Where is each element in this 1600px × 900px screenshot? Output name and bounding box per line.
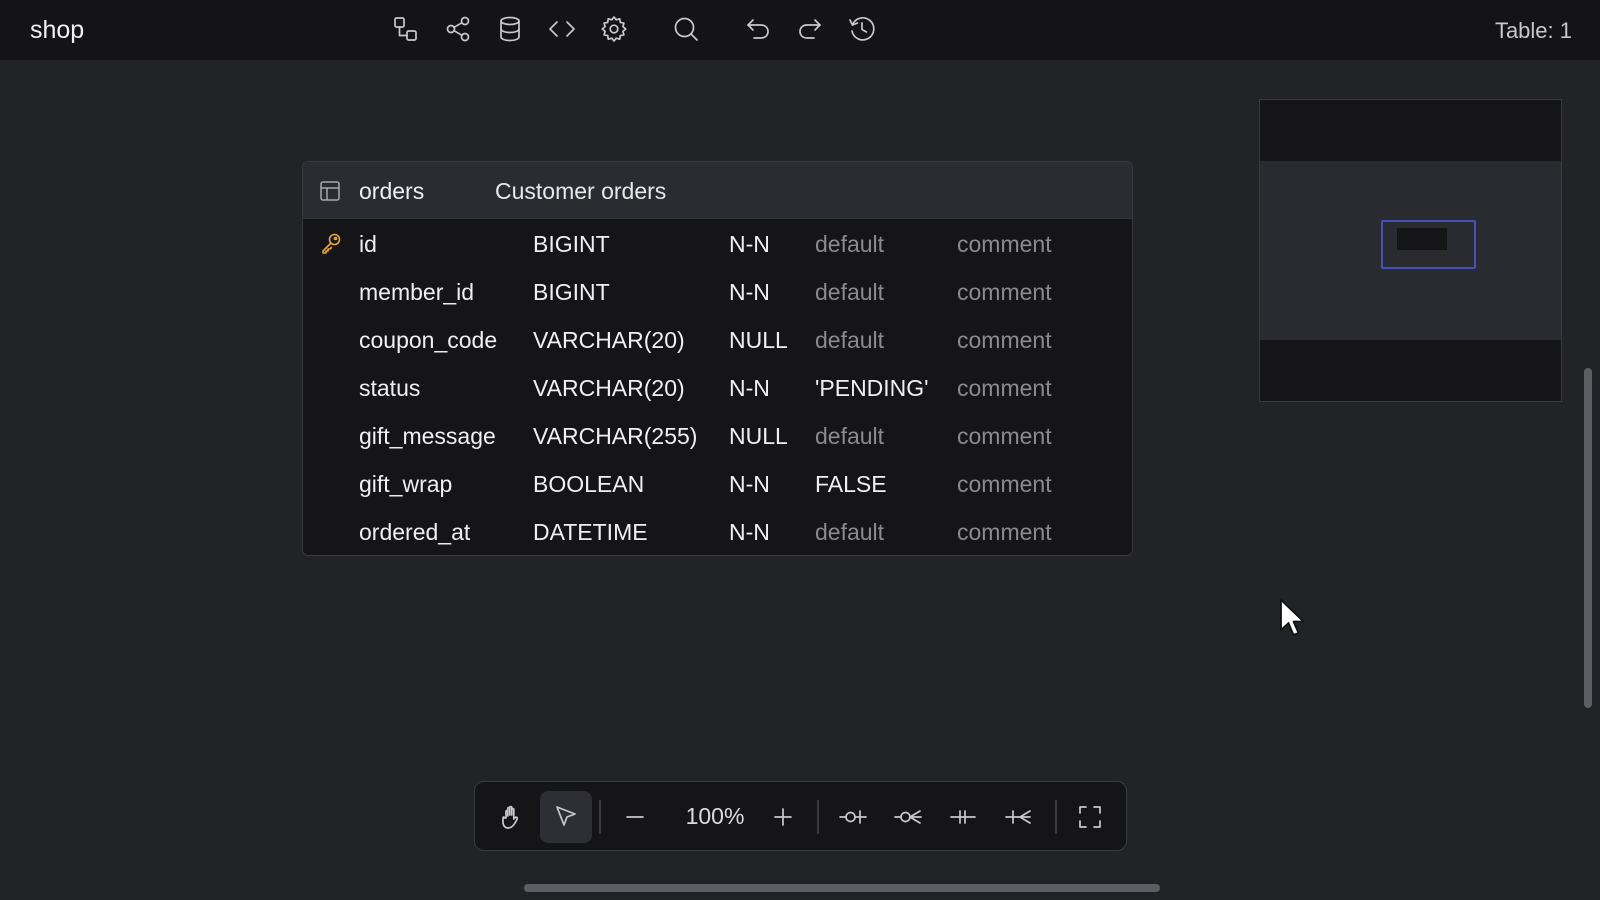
vertical-scrollbar[interactable] — [1584, 368, 1592, 708]
column-name[interactable]: gift_message — [359, 423, 496, 450]
one-many-relation-button[interactable] — [992, 791, 1044, 843]
column-type[interactable]: VARCHAR(20) — [533, 327, 685, 354]
share-icon[interactable] — [441, 12, 475, 46]
code-icon[interactable] — [545, 12, 579, 46]
select-tool-button[interactable] — [540, 791, 592, 843]
one-one-relation-button[interactable] — [937, 791, 989, 843]
pointer-icon — [556, 806, 576, 826]
gear-icon[interactable] — [597, 12, 631, 46]
column-default[interactable]: default — [815, 279, 884, 306]
column-comment[interactable]: comment — [957, 375, 1052, 402]
column-nullable[interactable]: N-N — [729, 519, 770, 546]
column-nullable[interactable]: NULL — [729, 423, 788, 450]
column-type[interactable]: VARCHAR(20) — [533, 375, 685, 402]
column-type[interactable]: BIGINT — [533, 279, 610, 306]
column-nullable[interactable]: N-N — [729, 231, 770, 258]
fullscreen-icon — [1079, 806, 1101, 828]
column-comment[interactable]: comment — [957, 327, 1052, 354]
one-one-icon — [950, 810, 976, 824]
column-type[interactable]: DATETIME — [533, 519, 648, 546]
undo-icon[interactable] — [741, 12, 775, 46]
column-type[interactable]: VARCHAR(255) — [533, 423, 697, 450]
column-name[interactable]: status — [359, 375, 420, 402]
zero-one-icon — [839, 810, 867, 824]
hand-icon — [502, 805, 519, 829]
zero-many-icon — [894, 810, 922, 824]
column-row[interactable]: coupon_code VARCHAR(20) NULL default com… — [303, 315, 1132, 363]
hand-tool-button[interactable] — [486, 791, 538, 843]
column-comment[interactable]: comment — [957, 231, 1052, 258]
search-icon[interactable] — [669, 12, 703, 46]
canvas-toolbar: 100% — [474, 781, 1127, 851]
column-row[interactable]: member_id BIGINT N-N default comment — [303, 267, 1132, 315]
column-row[interactable]: id BIGINT N-N default comment — [303, 219, 1132, 267]
zoom-level[interactable]: 100% — [675, 803, 755, 830]
zoom-out-button[interactable] — [609, 791, 661, 843]
column-row[interactable]: status VARCHAR(20) N-N 'PENDING' comment — [303, 363, 1132, 411]
column-comment[interactable]: comment — [957, 471, 1052, 498]
column-default[interactable]: default — [815, 327, 884, 354]
column-row[interactable]: ordered_at DATETIME N-N default comment — [303, 507, 1132, 555]
column-nullable[interactable]: NULL — [729, 327, 788, 354]
table-comment[interactable]: Customer orders — [495, 178, 666, 205]
minimap-viewport[interactable] — [1381, 220, 1476, 269]
column-name[interactable]: coupon_code — [359, 327, 497, 354]
table-count: Table: 1 — [1494, 18, 1572, 43]
history-icon[interactable] — [845, 12, 879, 46]
toolbar-divider — [599, 800, 601, 834]
mouse-cursor-icon — [1278, 598, 1308, 640]
one-many-icon — [1005, 810, 1031, 824]
column-default[interactable]: default — [815, 231, 884, 258]
toolbar-divider — [817, 800, 819, 834]
minimap[interactable] — [1259, 99, 1562, 402]
zoom-in-icon — [774, 808, 792, 826]
column-default[interactable]: default — [815, 519, 884, 546]
zoom-in-button[interactable] — [757, 791, 809, 843]
column-name[interactable]: ordered_at — [359, 519, 470, 546]
column-row[interactable]: gift_wrap BOOLEAN N-N FALSE comment — [303, 459, 1132, 507]
column-default[interactable]: default — [815, 423, 884, 450]
column-type[interactable]: BOOLEAN — [533, 471, 644, 498]
relationship-icon[interactable] — [389, 12, 423, 46]
table-icon — [319, 180, 341, 202]
column-default[interactable]: FALSE — [815, 471, 887, 498]
column-nullable[interactable]: N-N — [729, 279, 770, 306]
column-nullable[interactable]: N-N — [729, 471, 770, 498]
column-default[interactable]: 'PENDING' — [815, 375, 929, 402]
project-title[interactable]: shop — [30, 16, 84, 45]
column-name[interactable]: id — [359, 231, 377, 258]
database-icon[interactable] — [493, 12, 527, 46]
zoom-out-icon — [626, 816, 644, 818]
column-type[interactable]: BIGINT — [533, 231, 610, 258]
table-header[interactable]: orders Customer orders — [303, 162, 1132, 219]
column-comment[interactable]: comment — [957, 423, 1052, 450]
column-comment[interactable]: comment — [957, 279, 1052, 306]
primary-key-icon — [319, 231, 343, 255]
table-name[interactable]: orders — [359, 178, 424, 205]
zero-one-relation-button[interactable] — [827, 791, 879, 843]
column-nullable[interactable]: N-N — [729, 375, 770, 402]
horizontal-scrollbar[interactable] — [524, 884, 1160, 892]
toolbar-divider — [1055, 800, 1057, 834]
zero-many-relation-button[interactable] — [882, 791, 934, 843]
column-comment[interactable]: comment — [957, 519, 1052, 546]
column-row[interactable]: gift_message VARCHAR(255) NULL default c… — [303, 411, 1132, 459]
top-bar: shop Table: 1 — [0, 0, 1600, 60]
redo-icon[interactable] — [793, 12, 827, 46]
column-name[interactable]: member_id — [359, 279, 474, 306]
column-name[interactable]: gift_wrap — [359, 471, 452, 498]
table-node-orders[interactable]: orders Customer orders id BIGINT N-N def… — [302, 161, 1133, 556]
fullscreen-button[interactable] — [1064, 791, 1116, 843]
